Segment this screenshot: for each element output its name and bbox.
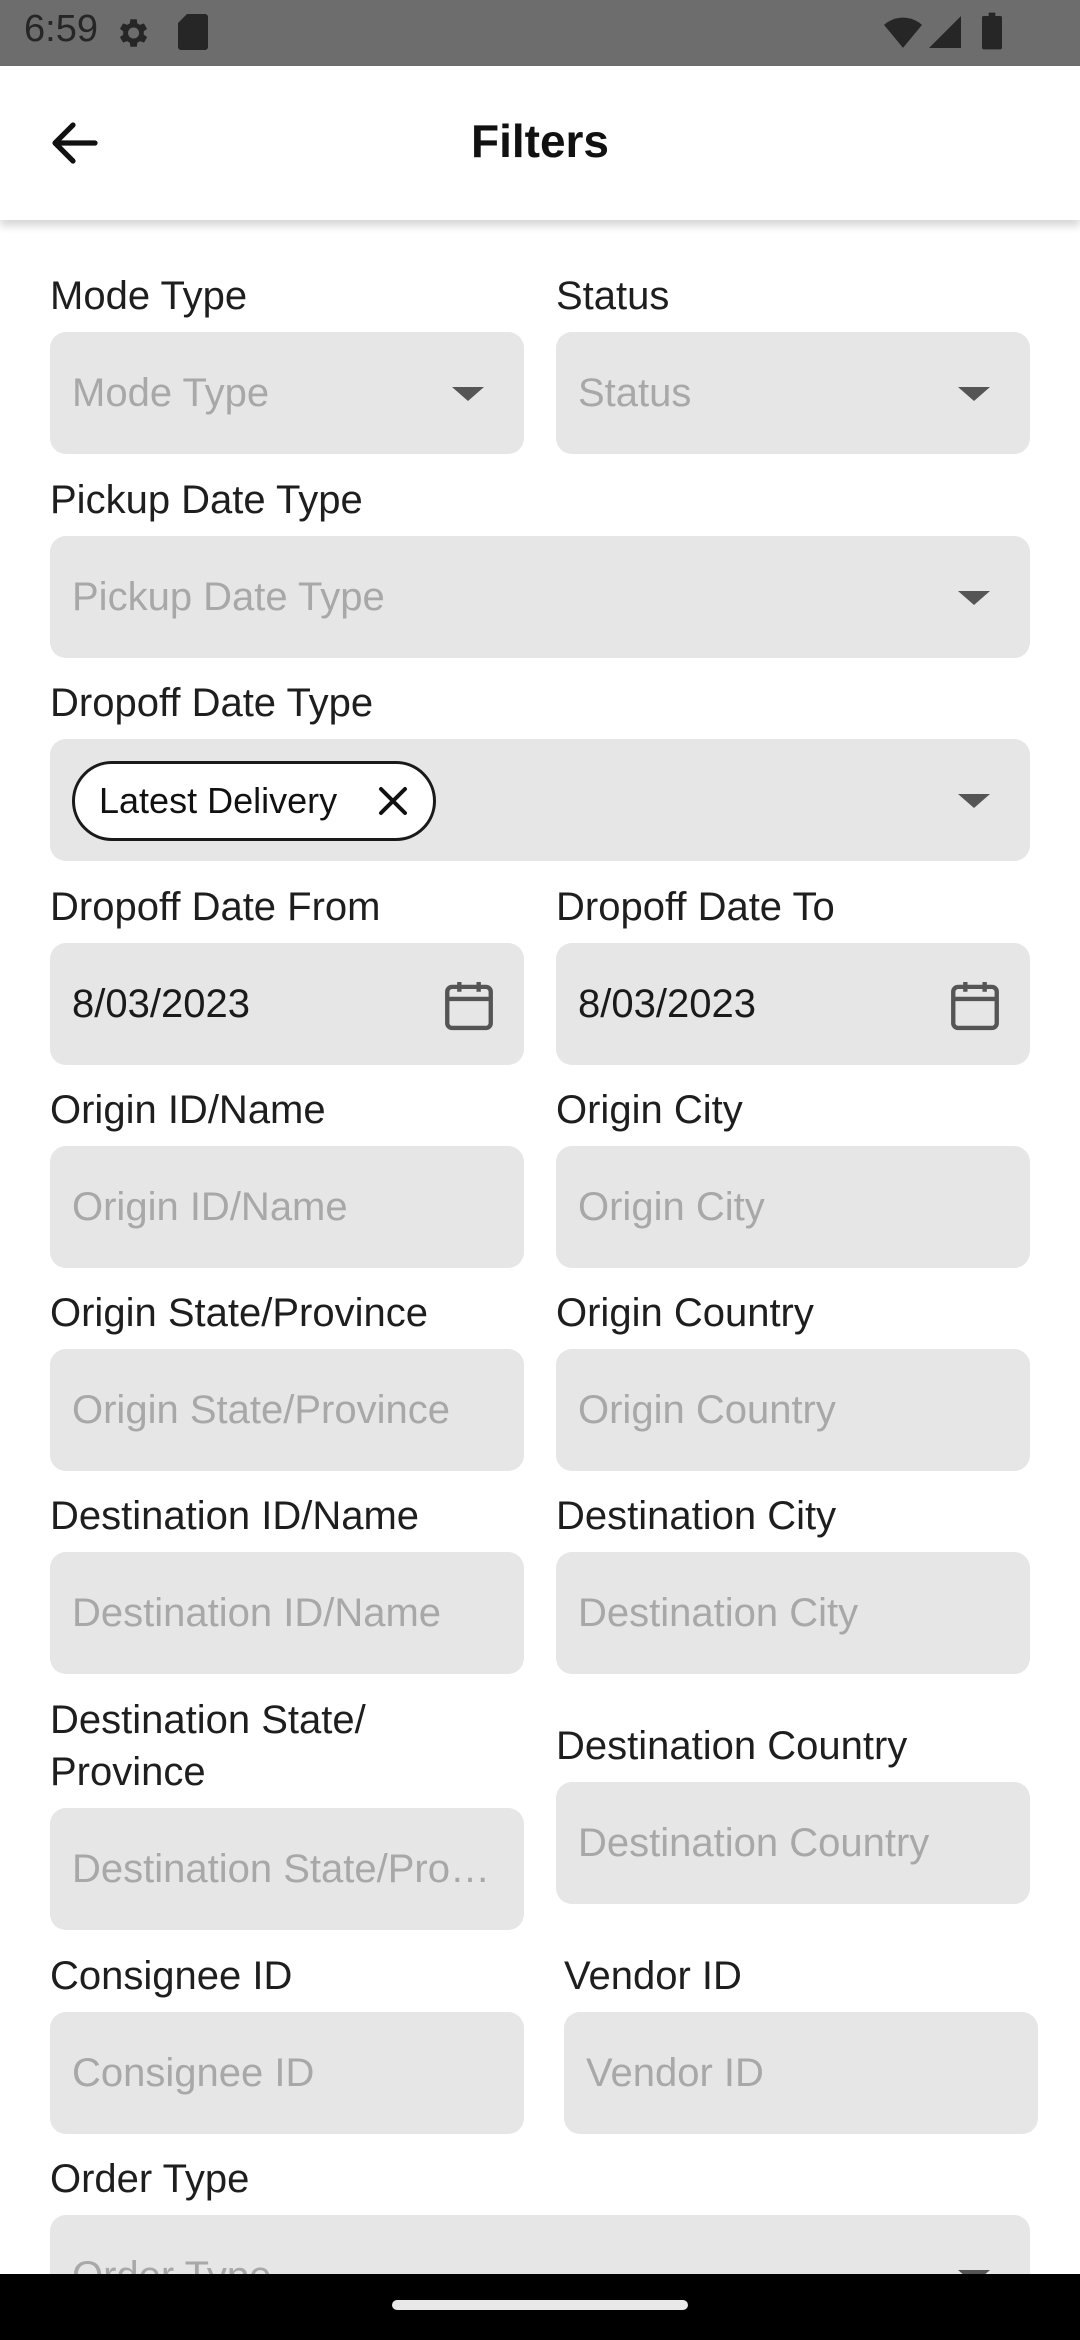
consignee-id-label: Consignee ID <box>50 1954 293 1998</box>
origin-country-input[interactable]: Origin Country <box>556 1349 1030 1471</box>
calendar-icon[interactable] <box>946 975 1004 1035</box>
dropoff-date-from-label: Dropoff Date From <box>50 885 381 929</box>
system-nav-bar <box>0 2274 1080 2340</box>
destination-country-placeholder: Destination Country <box>578 1821 930 1865</box>
origin-state-label: Origin State/Province <box>50 1291 428 1335</box>
caret-down-icon <box>958 387 990 401</box>
app-bar: Filters <box>0 66 1080 220</box>
origin-city-placeholder: Origin City <box>578 1185 765 1229</box>
dropoff-date-from-value: 8/03/2023 <box>72 982 250 1026</box>
caret-down-icon <box>958 794 990 808</box>
status-label: Status <box>556 274 670 318</box>
caret-down-icon <box>452 387 484 401</box>
origin-id-name-placeholder: Origin ID/Name <box>72 1185 348 1229</box>
pickup-date-type-select[interactable]: Pickup Date Type <box>50 536 1030 658</box>
order-type-placeholder: Order Type <box>72 2215 1012 2274</box>
consignee-id-input[interactable]: Consignee ID <box>50 2012 524 2134</box>
status-time: 6:59 <box>24 8 98 50</box>
dropoff-date-from-field[interactable]: 8/03/2023 <box>50 943 524 1065</box>
filter-form: Mode Type Mode Type Status Status Pickup… <box>0 220 1080 2274</box>
origin-state-placeholder: Origin State/Province <box>72 1388 450 1432</box>
calendar-icon[interactable] <box>440 975 498 1035</box>
destination-state-input[interactable]: Destination State/Province <box>50 1808 524 1930</box>
origin-id-name-label: Origin ID/Name <box>50 1088 326 1132</box>
dropoff-date-type-select[interactable]: Latest Delivery <box>50 739 1030 861</box>
origin-id-name-input[interactable]: Origin ID/Name <box>50 1146 524 1268</box>
home-gesture-handle[interactable] <box>392 2300 688 2310</box>
page-title: Filters <box>470 115 610 167</box>
mode-type-placeholder: Mode Type <box>72 371 270 415</box>
dropoff-date-to-value: 8/03/2023 <box>578 982 756 1026</box>
destination-id-name-label: Destination ID/Name <box>50 1494 420 1538</box>
caret-down-icon <box>958 591 990 605</box>
vendor-id-placeholder: Vendor ID <box>586 2051 764 2095</box>
latest-delivery-chip: Latest Delivery <box>72 761 437 841</box>
origin-city-label: Origin City <box>556 1088 743 1132</box>
close-icon <box>379 787 408 815</box>
origin-state-input[interactable]: Origin State/Province <box>50 1349 524 1471</box>
wifi-icon <box>884 17 922 48</box>
signal-icon <box>929 16 961 48</box>
status-placeholder: Status <box>578 371 692 415</box>
destination-city-placeholder: Destination City <box>578 1591 859 1635</box>
mode-type-label: Mode Type <box>50 274 248 318</box>
chip-remove-button[interactable] <box>375 783 411 819</box>
dropoff-date-to-field[interactable]: 8/03/2023 <box>556 943 1030 1065</box>
pickup-date-type-label: Pickup Date Type <box>50 478 363 522</box>
vendor-id-input[interactable]: Vendor ID <box>564 2012 1038 2134</box>
destination-country-input[interactable]: Destination Country <box>556 1782 1030 1904</box>
status-bar: 6:59 <box>0 0 1080 66</box>
origin-city-input[interactable]: Origin City <box>556 1146 1030 1268</box>
destination-city-input[interactable]: Destination City <box>556 1552 1030 1674</box>
dropoff-date-type-label: Dropoff Date Type <box>50 681 374 725</box>
status-select[interactable]: Status <box>556 332 1030 454</box>
gear-icon <box>119 19 148 47</box>
destination-id-name-input[interactable]: Destination ID/Name <box>50 1552 524 1674</box>
origin-country-label: Origin Country <box>556 1291 814 1335</box>
destination-city-label: Destination City <box>556 1494 837 1538</box>
dropoff-date-to-label: Dropoff Date To <box>556 885 835 929</box>
destination-id-name-placeholder: Destination ID/Name <box>72 1591 442 1635</box>
mode-type-select[interactable]: Mode Type <box>50 332 524 454</box>
battery-icon <box>982 12 1002 50</box>
destination-country-label: Destination Country <box>556 1724 908 1768</box>
consignee-id-placeholder: Consignee ID <box>72 2051 315 2095</box>
sd-card-icon <box>178 14 208 50</box>
origin-country-placeholder: Origin Country <box>578 1388 836 1432</box>
pickup-date-type-placeholder: Pickup Date Type <box>72 575 385 619</box>
order-type-label: Order Type <box>50 2157 250 2201</box>
destination-state-placeholder: Destination State/Province <box>72 1847 506 1891</box>
destination-state-label-line2: Province <box>50 1750 206 1794</box>
chip-label: Latest Delivery <box>99 780 338 821</box>
order-type-select[interactable]: Order Type <box>50 2215 1030 2274</box>
destination-state-label-line1: Destination State/ <box>50 1698 366 1742</box>
vendor-id-label: Vendor ID <box>564 1954 742 1998</box>
